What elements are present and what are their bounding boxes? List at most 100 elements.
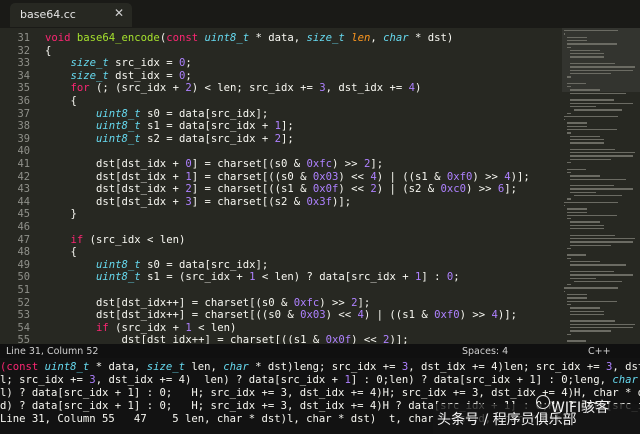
code-token: ] : (421, 271, 447, 284)
minimap-line (567, 254, 586, 256)
autocomplete-row: (const uint8_t * data, size_t len, char … (0, 361, 640, 374)
minimap-line (570, 142, 604, 144)
code-line[interactable]: { (45, 246, 77, 259)
minimap-line (567, 247, 572, 250)
code-token: )]; (332, 195, 352, 208)
code-line[interactable]: if (src_idx + 1 < len) (45, 322, 236, 335)
minimap[interactable] (560, 28, 640, 344)
minimap-line (570, 274, 634, 276)
code-line[interactable]: { (45, 45, 51, 58)
code-line[interactable]: dst[dst_idx++] = charset[(s0 & 0xfc) >> … (45, 297, 370, 310)
code-line[interactable]: dst[dst_idx + 0] = charset[(s0 & 0xfc) >… (45, 158, 383, 171)
minimap-line (570, 56, 604, 58)
minimap-line (570, 191, 596, 194)
code-line[interactable]: uint8_t s2 = data[src_idx + 2]; (45, 133, 294, 146)
minimap-line (570, 330, 612, 332)
code-token: { (45, 44, 52, 57)
line-number: 42 (17, 170, 30, 183)
watermark-source: 头条号 / 程序员俱乐部 (437, 412, 577, 428)
code-token: ) | ((s1 & (363, 309, 435, 322)
minimap-line (570, 102, 634, 104)
minimap-line (567, 86, 572, 88)
code-token: ]; (357, 296, 371, 309)
code-token: const (166, 32, 205, 44)
code-line[interactable]: size_t src_idx = 0; (45, 57, 192, 70)
code-line[interactable]: dst[dst_idx++] = charset[((s1 & 0x0f) <<… (45, 334, 409, 344)
watermark: WIFI骇客 头条号 / 程序员俱乐部 (433, 395, 640, 434)
code-token: * dst) (408, 32, 454, 44)
minimap-line (564, 287, 619, 289)
code-line[interactable]: } (45, 208, 77, 221)
code-token: base64_encode (76, 32, 160, 44)
code-line[interactable]: dst[dst_idx + 1] = charset[((s0 & 0x03) … (45, 171, 530, 184)
minimap-line (570, 69, 634, 71)
minimap-line (570, 185, 614, 187)
minimap-line (570, 261, 601, 263)
line-number: 48 (17, 246, 30, 259)
line-number: 31 (17, 32, 30, 44)
code-token: ) << (325, 309, 358, 322)
code-line[interactable]: dst[dst_idx++] = charset[((s0 & 0x03) <<… (45, 309, 517, 322)
minimap-line (567, 284, 572, 286)
code-token: * data, (249, 32, 307, 44)
code-token: ) | (s2 & (376, 183, 441, 196)
autocomplete-token: , dst_idx += 4) len) ? data[src_idx + (95, 374, 345, 386)
editor-pane[interactable]: 31 32 33 34 35 36 37 38 39 40 41 42 43 44 45 46 47 48 49 50… (0, 28, 640, 344)
minimap-line (567, 43, 618, 45)
minimap-line (570, 241, 634, 243)
tab-base64[interactable]: base64.cc ✕ (10, 3, 132, 27)
minimap-line (570, 53, 604, 55)
code-token: dst[dst_idx++] = charset[((s0 & (45, 309, 301, 322)
minimap-line (564, 30, 619, 32)
code-line[interactable]: uint8_t s0 = data[src_idx]; (45, 259, 268, 272)
minimap-line (570, 323, 635, 326)
minimap-line (567, 112, 572, 114)
tab-title: base64.cc (20, 8, 76, 21)
code-area[interactable]: void base64_encode(const uint8_t * data,… (45, 28, 560, 344)
minimap-line (570, 175, 601, 177)
code-token: 0xfc (293, 296, 320, 309)
code-token: 0x3f (306, 195, 333, 208)
code-line[interactable]: uint8_t s1 = (src_idx + 1 < len) ? data[… (45, 271, 460, 284)
close-icon[interactable]: ✕ (114, 6, 124, 20)
code-token: ) < len; src_idx += (191, 82, 320, 95)
code-token: dst[dst_idx + (45, 195, 186, 208)
code-line[interactable]: void base64_encode(const uint8_t * data,… (45, 32, 453, 45)
line-number: 49 (17, 258, 30, 271)
code-line[interactable]: { (45, 95, 77, 108)
code-line[interactable]: uint8_t s0 = data[src_idx]; (45, 108, 268, 121)
minimap-line (570, 320, 616, 322)
code-line[interactable]: for (; (src_idx + 2) < len; src_idx += 3… (45, 82, 422, 95)
code-token: 0x0f (325, 334, 352, 344)
minimap-line (564, 290, 565, 293)
code-line[interactable]: uint8_t s1 = data[src_idx + 1]; (45, 120, 294, 133)
code-line[interactable]: size_t dst_idx = 0; (45, 70, 192, 83)
code-token: 0x03 (312, 170, 339, 183)
minimap-line (567, 122, 587, 124)
line-number: 47 (17, 233, 30, 246)
minimap-line (570, 158, 612, 161)
code-token: ] = charset[((s0 & (191, 170, 313, 183)
code-line[interactable]: if (src_idx < len) (45, 234, 186, 247)
code-line[interactable]: dst[dst_idx + 2] = charset[((s1 & 0x0f) … (45, 183, 517, 196)
indentation-setting[interactable]: Spaces: 4 (462, 346, 508, 357)
minimap-line (570, 155, 634, 157)
code-line[interactable]: dst[dst_idx + 3] = charset[(s2 & 0x3f)]; (45, 196, 351, 209)
minimap-line (570, 327, 634, 329)
code-token: dst[dst_idx + (45, 183, 186, 196)
autocomplete-token: , dst_idx += 4)len; src_idx += (408, 361, 606, 373)
minimap-line (567, 340, 586, 342)
minimap-line (570, 264, 626, 266)
minimap-line (570, 138, 604, 141)
minimap-line (570, 277, 596, 279)
minimap-line (567, 198, 572, 200)
minimap-line (567, 129, 618, 131)
code-token: ] = charset[(s2 & (191, 195, 307, 208)
code-token: 0x0f (312, 183, 339, 196)
minimap-line (573, 280, 623, 283)
syntax-mode[interactable]: C++ (588, 346, 611, 357)
code-token: ) >> (459, 309, 492, 322)
